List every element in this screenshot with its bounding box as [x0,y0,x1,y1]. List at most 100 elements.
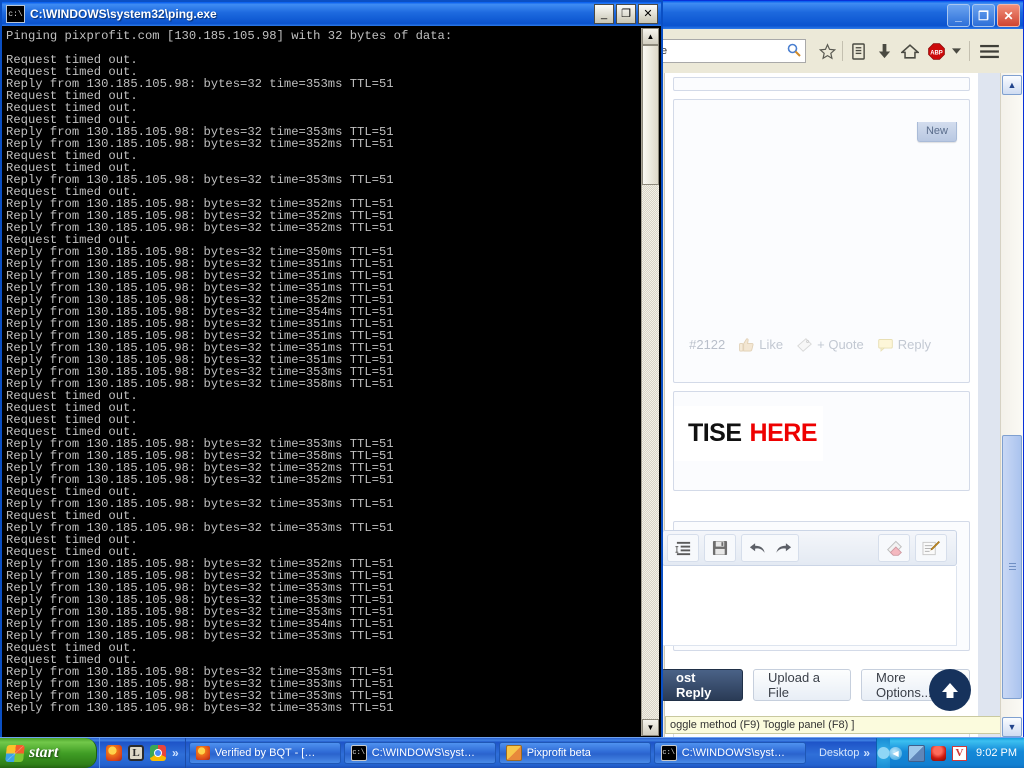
undo-icon[interactable] [744,536,770,560]
browser-navigation-toolbar: e ABP [656,29,1023,74]
forum-block-above [673,77,970,91]
home-icon[interactable] [897,37,923,65]
editor-group-clear [878,534,910,562]
console-scrollbar-down-button[interactable]: ▼ [642,719,659,736]
console-minimize-button[interactable]: _ [594,4,614,24]
post-number: #2122 [689,337,726,352]
forum-page-content: New #2122 Like + Quote Reply TISE HERE o… [661,73,978,739]
downloads-icon[interactable] [871,37,897,65]
browser-restore-button[interactable]: ❐ [972,4,995,27]
window-icon [505,745,522,761]
console-output-text: Pinging pixprofit.com [130.185.105.98] w… [6,30,639,714]
editor-group-draft [915,534,947,562]
quick-launch-bar: L » [99,738,186,768]
desktop-overflow-icon[interactable]: » [863,746,870,760]
redo-icon[interactable] [770,536,796,560]
tag-icon [797,337,813,352]
task-button[interactable]: c:\ C:\WINDOWS\syst… [343,742,496,764]
console-scrollbar-thumb[interactable] [642,45,659,185]
antivirus-shield-icon[interactable] [931,745,947,761]
console-titlebar[interactable]: c:\ C:\WINDOWS\system32\ping.exe _ ❐ ✕ [2,2,661,26]
post-reply-label: Reply [897,337,931,352]
console-close-button[interactable]: ✕ [638,4,658,24]
post-quote-button[interactable]: + Quote [797,337,864,352]
forum-post: New #2122 Like + Quote Reply [673,99,970,383]
scrollbar-down-button[interactable]: ▼ [1002,717,1022,737]
toolbar-divider [842,41,843,61]
browser-close-button[interactable]: ✕ [997,4,1020,27]
cmd-icon: c:\ [6,5,25,23]
desktop-toolbar-label: Desktop [818,747,860,759]
browser-window-controls: _ ❐ ✕ [947,4,1020,27]
system-tray: ◀ V 9:02 PM [876,738,1024,768]
search-input-value: e [661,45,668,57]
browser-scrollbar[interactable]: ▲ ▼ [1000,73,1023,739]
advertisement-block[interactable]: TISE HERE [673,391,970,491]
console-restore-button[interactable]: ❐ [616,4,636,24]
scroll-to-top-icon[interactable] [929,669,971,711]
browser-minimize-button[interactable]: _ [947,4,970,27]
post-reply-button[interactable]: Reply [877,337,931,352]
console-scrollbar-up-button[interactable]: ▲ [642,28,659,45]
editor-group-format [667,534,699,562]
thumbs-up-icon [739,337,754,352]
post-like-label: Like [759,337,784,352]
console-scrollbar[interactable]: ▲ ▼ [641,28,659,736]
reply-button-bar: ost Reply Upload a File More Options... [661,659,970,715]
reply-textarea[interactable] [662,566,957,646]
advertise-here-banner[interactable]: TISE HERE [674,406,823,461]
adblock-plus-icon[interactable]: ABP [923,37,949,65]
post-footer: #2122 Like + Quote Reply [674,337,969,352]
quicklaunch-app-icon[interactable]: L [128,745,144,761]
post-quote-label: + Quote [817,337,864,352]
editor-toolbar [662,530,957,566]
hamburger-menu-icon[interactable] [976,37,1002,65]
scrollbar-up-button[interactable]: ▲ [1002,75,1022,95]
start-button-label: start [29,744,59,761]
firefox-browser-window[interactable]: _ ❐ ✕ e ABP New #2122 Like + Quote Reply… [655,0,1024,740]
task-label: C:\WINDOWS\syst… [681,747,785,759]
task-label: C:\WINDOWS\syst… [371,747,475,759]
post-new-badge: New [916,122,957,142]
quicklaunch-chrome-icon[interactable] [150,745,166,761]
upload-file-button[interactable]: Upload a File [752,669,852,701]
indent-icon[interactable] [670,536,696,560]
page-right-rail [978,73,1001,739]
network-icon[interactable] [908,744,926,762]
browser-titlebar[interactable]: _ ❐ ✕ [656,1,1023,29]
quicklaunch-firefox-icon[interactable] [106,745,122,761]
console-output-area[interactable]: Pinging pixprofit.com [130.185.105.98] w… [4,28,659,736]
search-input[interactable]: e [656,39,806,63]
browser-viewport: New #2122 Like + Quote Reply TISE HERE o… [656,73,1023,739]
start-button[interactable]: start [0,738,97,768]
windows-flag-icon [5,744,25,762]
scrollbar-grip-icon [1008,562,1016,572]
editor-group-history [741,534,799,562]
task-button[interactable]: Verified by BQT - [… [188,742,341,764]
task-button[interactable]: c:\ C:\WINDOWS\syst… [653,742,806,764]
desktop-toolbar[interactable]: Desktop » [813,738,876,768]
draft-pencil-icon[interactable] [918,536,944,560]
bookmark-star-icon[interactable] [814,37,840,65]
task-buttons: Verified by BQT - [… c:\ C:\WINDOWS\syst… [186,738,813,768]
avira-icon[interactable]: V [952,745,968,761]
toolbar-divider-2 [969,41,970,61]
post-reply-button-main[interactable]: ost Reply [661,669,743,701]
chevron-down-icon[interactable] [949,37,963,65]
task-label: Pixprofit beta [526,747,591,759]
taskbar-clock[interactable]: 9:02 PM [973,747,1017,759]
task-button[interactable]: Pixprofit beta [498,742,651,764]
cmd-icon: c:\ [660,745,677,761]
post-like-button[interactable]: Like [739,337,783,352]
console-line: Pinging pixprofit.com [130.185.105.98] w… [6,29,453,43]
tray-expand-icon[interactable]: ◀ [889,746,903,760]
search-magnifier-icon [787,43,801,60]
save-draft-icon[interactable] [707,536,733,560]
speech-bubble-icon [877,338,893,352]
scrollbar-thumb[interactable] [1002,435,1022,699]
svg-text:ABP: ABP [930,50,943,56]
command-prompt-window[interactable]: c:\ C:\WINDOWS\system32\ping.exe _ ❐ ✕ P… [0,0,663,740]
eraser-icon[interactable] [881,536,907,560]
reading-list-icon[interactable] [845,37,871,65]
quicklaunch-overflow-icon[interactable]: » [172,746,179,760]
